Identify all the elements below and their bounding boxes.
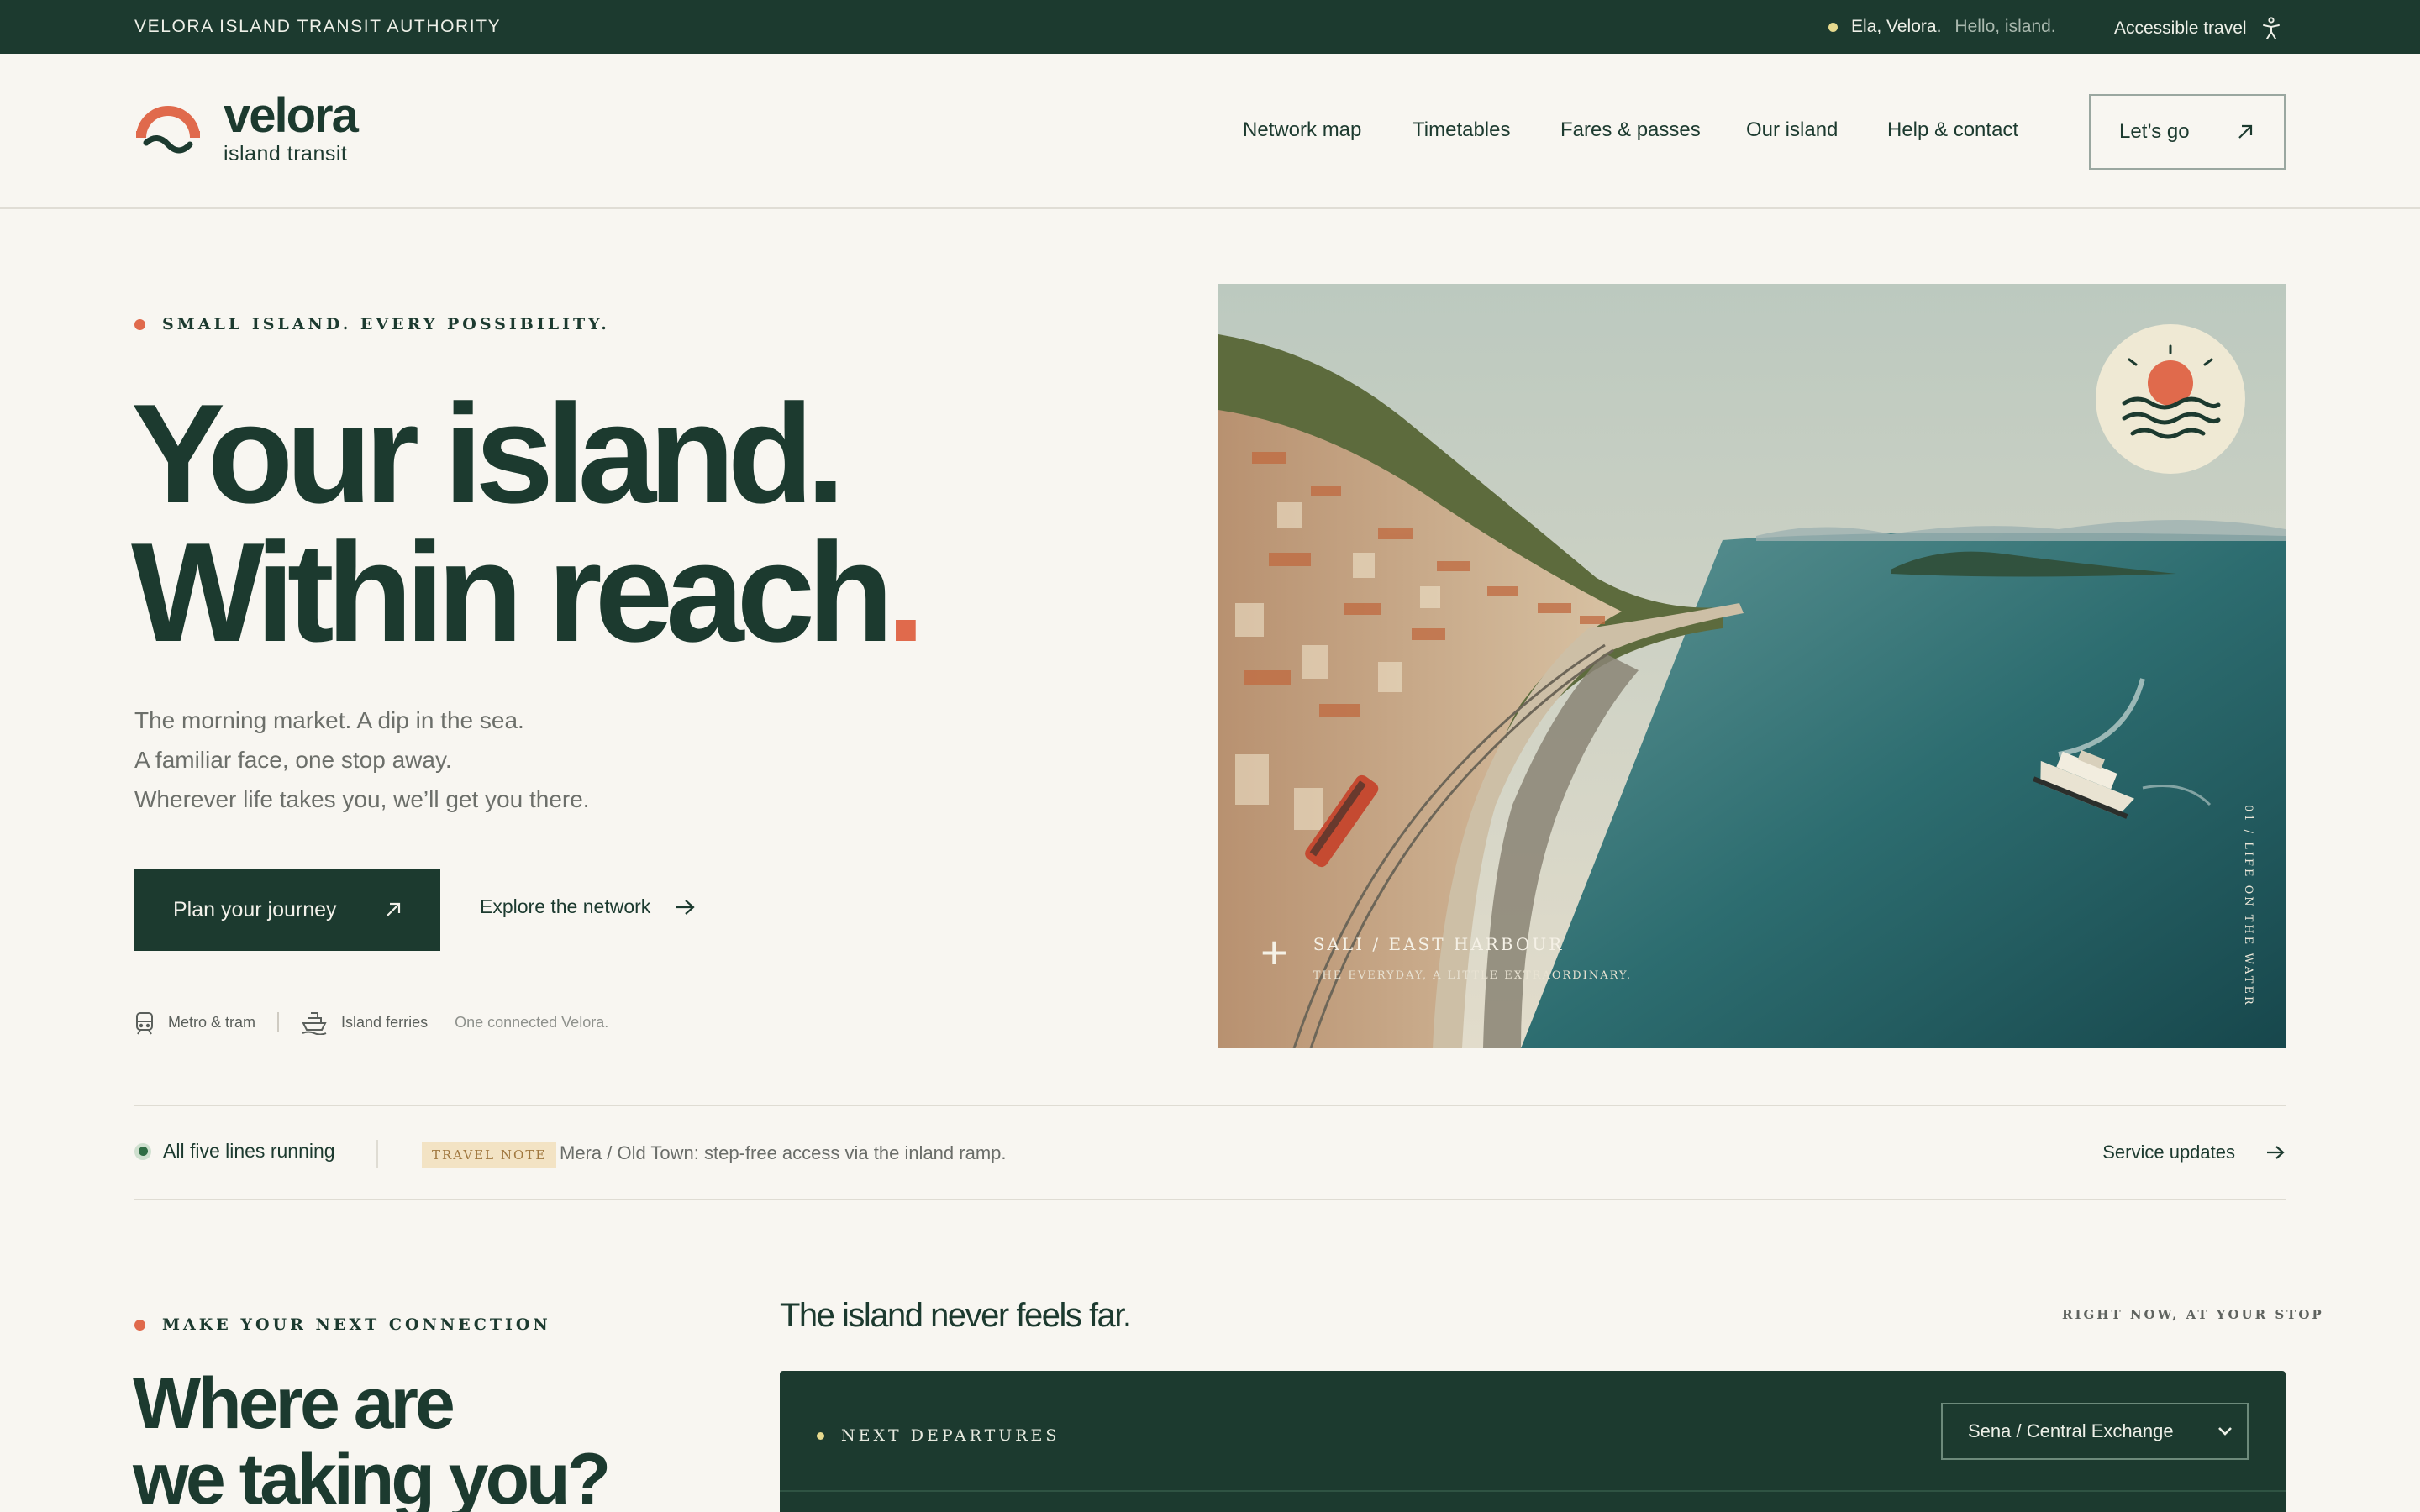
service-updates-link[interactable]: Service updates xyxy=(2102,1142,2286,1163)
accessible-travel-link[interactable]: Accessible travel xyxy=(2114,17,2281,40)
service-status-strip: All five lines running TRAVEL NOTE Mera … xyxy=(134,1105,2286,1200)
status-dot-icon xyxy=(817,1431,824,1440)
transit-modes: Metro & tram Island ferries One connecte… xyxy=(134,1010,608,1035)
explore-network-link[interactable]: Explore the network xyxy=(480,895,696,918)
nav-help-contact[interactable]: Help & contact xyxy=(1887,118,2018,142)
coral-dot-icon xyxy=(134,318,145,330)
nav-timetables[interactable]: Timetables xyxy=(1413,118,1510,142)
hero-copy-line: A familiar face, one stop away. xyxy=(134,747,452,773)
plan-journey-button[interactable]: Plan your journey xyxy=(134,869,440,951)
panel-divider xyxy=(780,1490,2286,1492)
greeting-text: Ela, Velora. xyxy=(1851,17,1942,36)
hero-title-line2: Within reach. xyxy=(131,522,925,663)
plan-journey-label: Plan your journey xyxy=(173,897,337,921)
mode-metro-label: Metro & tram xyxy=(168,1013,256,1031)
explore-network-label: Explore the network xyxy=(480,895,651,917)
connection-eyebrow-text: MAKE YOUR NEXT CONNECTION xyxy=(162,1315,551,1334)
site-header: velora island transit Network map Timeta… xyxy=(0,54,2420,209)
top-bar: VELORA ISLAND TRANSIT AUTHORITY Ela, Vel… xyxy=(0,0,2420,54)
hero-title: Your island. Within reach. xyxy=(131,375,925,663)
next-departures-label: NEXT DEPARTURES xyxy=(841,1426,1060,1445)
service-updates-label: Service updates xyxy=(2102,1142,2235,1163)
mode-ferries-label: Island ferries xyxy=(341,1013,429,1031)
velora-logo-icon xyxy=(136,106,200,154)
running-indicator-icon xyxy=(134,1142,151,1160)
coral-dot-icon xyxy=(134,1319,145,1331)
brand-name: velora xyxy=(224,88,359,143)
lines-running-text: All five lines running xyxy=(163,1140,335,1162)
divider xyxy=(277,1012,280,1032)
travel-note-badge: TRAVEL NOTE xyxy=(422,1142,557,1168)
ferry-icon xyxy=(302,1012,327,1035)
sun-waves-badge xyxy=(2096,324,2245,474)
modes-note: One connected Velora. xyxy=(455,1013,609,1031)
right-now-label: RIGHT NOW, AT YOUR STOP xyxy=(2062,1307,2324,1322)
next-departures-panel: NEXT DEPARTURES Sena / Central Exchange xyxy=(780,1371,2286,1512)
connection-title-line2: we taking you? xyxy=(133,1439,611,1512)
authority-name: VELORA ISLAND TRANSIT AUTHORITY xyxy=(134,17,502,36)
plus-icon[interactable]: + xyxy=(1260,929,1288,976)
hero-eyebrow-text: SMALL ISLAND. EVERY POSSIBILITY. xyxy=(162,315,610,333)
nav-fares-passes[interactable]: Fares & passes xyxy=(1560,118,1701,142)
brand-logo[interactable]: velora island transit xyxy=(134,88,359,166)
chevron-down-icon xyxy=(2218,1427,2232,1436)
greeting-subtext: Hello, island. xyxy=(1954,17,2056,36)
next-departures-heading: NEXT DEPARTURES xyxy=(817,1426,1060,1445)
image-caption: + SALI / EAST HARBOUR THE EVERYDAY, A LI… xyxy=(1260,929,1633,983)
lets-go-label: Let’s go xyxy=(2119,120,2190,143)
hero-image: + SALI / EAST HARBOUR THE EVERYDAY, A LI… xyxy=(1218,284,2286,1048)
hero-copy: The morning market. A dip in the sea. A … xyxy=(134,701,590,819)
stop-select[interactable]: Sena / Central Exchange xyxy=(1941,1403,2249,1460)
connection-title: Where are we taking you? xyxy=(133,1363,611,1512)
greeting: Ela, Velora. Hello, island. xyxy=(1828,17,2056,37)
lets-go-button[interactable]: Let’s go xyxy=(2089,94,2286,170)
tram-icon xyxy=(136,1012,153,1035)
mode-ferries: Island ferries xyxy=(301,1010,428,1035)
connection-subtitle: The island never feels far. xyxy=(780,1297,1132,1334)
caption-place: SALI / EAST HARBOUR xyxy=(1313,934,1565,954)
status-dot-icon xyxy=(1828,22,1838,32)
hero-copy-line: The morning market. A dip in the sea. xyxy=(134,707,524,733)
mode-metro-tram: Metro & tram xyxy=(134,1010,255,1035)
hero-title-line2-text: Within reach xyxy=(131,513,894,671)
sun-waves-icon xyxy=(2122,344,2221,439)
hero-title-accent: . xyxy=(886,513,926,671)
hero-eyebrow: SMALL ISLAND. EVERY POSSIBILITY. xyxy=(134,315,610,333)
hero-copy-line: Wherever life takes you, we’ll get you t… xyxy=(134,786,590,812)
lines-running-status: All five lines running xyxy=(134,1140,335,1163)
arrow-right-icon xyxy=(676,899,695,915)
arrow-up-right-icon xyxy=(2238,124,2253,139)
arrow-up-right-icon xyxy=(387,902,401,916)
connection-title-line1: Where are xyxy=(133,1363,455,1444)
accessibility-icon xyxy=(2262,17,2280,39)
brand-tagline: island transit xyxy=(224,142,348,165)
nav-network-map[interactable]: Network map xyxy=(1243,118,1361,142)
travel-note-text: Mera / Old Town: step-free access via th… xyxy=(560,1142,1007,1163)
image-side-label: 01 / LIFE ON THE WATER xyxy=(2242,805,2254,1007)
connection-eyebrow: MAKE YOUR NEXT CONNECTION xyxy=(134,1315,551,1334)
divider xyxy=(376,1140,378,1168)
caption-subtitle: THE EVERYDAY, A LITTLE EXTRAORDINARY. xyxy=(1313,969,1633,982)
arrow-right-icon xyxy=(2267,1146,2285,1159)
selected-stop: Sena / Central Exchange xyxy=(1968,1420,2174,1441)
hero-title-line1: Your island. xyxy=(131,375,845,533)
accessible-travel-label: Accessible travel xyxy=(2114,18,2247,38)
nav-our-island[interactable]: Our island xyxy=(1746,118,1838,142)
